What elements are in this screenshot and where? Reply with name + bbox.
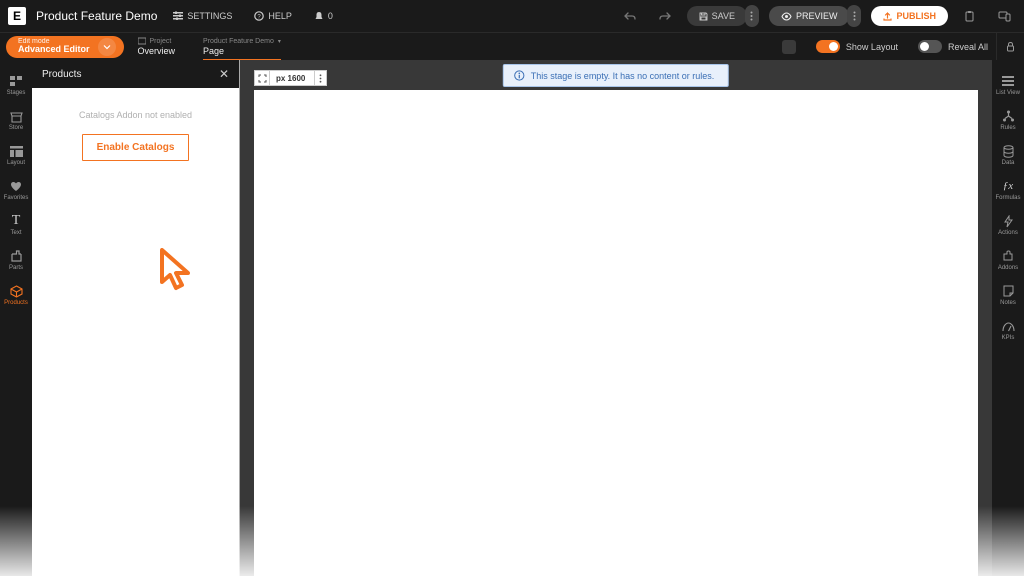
help-label: HELP — [268, 11, 292, 21]
redo-button[interactable] — [653, 4, 677, 28]
breadcrumb-project[interactable]: Project Overview — [124, 37, 190, 56]
stage-canvas[interactable] — [254, 90, 978, 576]
rules-icon — [1001, 109, 1015, 123]
help-button[interactable]: ? HELP — [248, 7, 298, 25]
info-icon — [514, 70, 525, 81]
products-panel: Products ✕ Catalogs Addon not enabled En… — [32, 60, 240, 576]
parts-icon — [9, 249, 23, 263]
rail-parts[interactable]: Parts — [0, 243, 32, 276]
chevron-down-icon: ▾ — [278, 38, 281, 45]
notif-count: 0 — [328, 11, 333, 21]
banner-text: This stage is empty. It has no content o… — [531, 71, 714, 81]
preview-menu[interactable] — [847, 5, 861, 27]
addon-disabled-text: Catalogs Addon not enabled — [79, 110, 192, 120]
formula-icon: ƒx — [1001, 179, 1015, 193]
kpi-icon — [1001, 319, 1015, 333]
app-logo[interactable]: E — [8, 7, 26, 25]
chevron-down-icon — [98, 38, 116, 56]
save-label: SAVE — [712, 11, 735, 21]
edit-mode-label: Edit mode — [18, 38, 90, 45]
expand-canvas-button[interactable] — [254, 70, 270, 86]
edit-mode-value: Advanced Editor — [18, 45, 90, 55]
lock-button[interactable] — [996, 33, 1024, 61]
canvas-width-label[interactable]: px 1600 — [270, 70, 315, 86]
rail-layout[interactable]: Layout — [0, 138, 32, 171]
settings-label: SETTINGS — [187, 11, 232, 21]
save-icon — [699, 12, 708, 21]
rail-addons[interactable]: Addons — [992, 243, 1024, 276]
project-icon — [138, 37, 146, 45]
help-icon: ? — [254, 11, 264, 21]
reveal-all-toggle[interactable] — [918, 40, 942, 53]
clipboard-button[interactable] — [958, 4, 982, 28]
list-icon — [1001, 74, 1015, 88]
store-icon — [9, 109, 23, 123]
text-icon: T — [9, 214, 23, 228]
undo-button[interactable] — [619, 4, 643, 28]
close-panel-button[interactable]: ✕ — [219, 67, 229, 81]
edit-mode-selector[interactable]: Edit mode Advanced Editor — [6, 36, 124, 58]
eye-icon — [781, 12, 792, 21]
publish-button[interactable]: PUBLISH — [871, 6, 948, 26]
upload-icon — [883, 12, 892, 21]
rail-actions[interactable]: Actions — [992, 208, 1024, 241]
empty-stage-banner: This stage is empty. It has no content o… — [503, 64, 729, 87]
notifications-button[interactable]: 0 — [308, 7, 339, 25]
rail-rules[interactable]: Rules — [992, 103, 1024, 136]
rail-data[interactable]: Data — [992, 138, 1024, 171]
rail-stages[interactable]: Stages — [0, 68, 32, 101]
toggle-checkbox[interactable] — [782, 40, 796, 54]
panel-title: Products — [42, 69, 81, 80]
addons-icon — [1001, 249, 1015, 263]
heart-icon — [9, 179, 23, 193]
reveal-all-label: Reveal All — [948, 42, 988, 52]
show-layout-label: Show Layout — [846, 42, 898, 52]
notes-icon — [1001, 284, 1015, 298]
save-button[interactable]: SAVE — [687, 6, 747, 26]
rail-text[interactable]: T Text — [0, 208, 32, 241]
show-layout-toggle[interactable] — [816, 40, 840, 53]
bell-icon — [314, 11, 324, 21]
rail-kpis[interactable]: KPIs — [992, 313, 1024, 346]
stages-icon — [9, 74, 23, 88]
publish-label: PUBLISH — [896, 11, 936, 21]
project-title: Product Feature Demo — [36, 9, 157, 23]
settings-icon — [173, 11, 183, 21]
rail-listview[interactable]: List View — [992, 68, 1024, 101]
layout-icon — [9, 144, 23, 158]
rail-formulas[interactable]: ƒx Formulas — [992, 173, 1024, 206]
breadcrumb-page[interactable]: Product Feature Demo▾ Page — [189, 38, 295, 56]
products-icon — [9, 284, 23, 298]
rail-notes[interactable]: Notes — [992, 278, 1024, 311]
canvas-menu[interactable] — [315, 70, 327, 86]
preview-label: PREVIEW — [796, 11, 838, 21]
preview-button[interactable]: PREVIEW — [769, 6, 850, 26]
database-icon — [1001, 144, 1015, 158]
rail-favorites[interactable]: Favorites — [0, 173, 32, 206]
rail-store[interactable]: Store — [0, 103, 32, 136]
actions-icon — [1001, 214, 1015, 228]
rail-products[interactable]: Products — [0, 278, 32, 311]
devices-button[interactable] — [992, 4, 1016, 28]
save-menu[interactable] — [745, 5, 759, 27]
settings-button[interactable]: SETTINGS — [167, 7, 238, 25]
enable-catalogs-button[interactable]: Enable Catalogs — [82, 134, 190, 161]
